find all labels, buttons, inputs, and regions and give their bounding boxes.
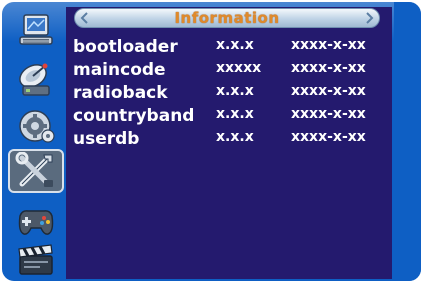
chevron-right-icon [366,12,374,24]
module-name: bootloader [73,37,178,57]
sidebar-item-antenna[interactable] [10,57,62,101]
gears-icon [19,110,55,143]
module-name: userdb [73,129,140,149]
module-version: x.x.x [216,83,254,99]
sidebar-item-tools[interactable] [8,149,64,193]
info-table: bootloader x.x.x xxxx-x-xx maincode xxxx… [73,37,388,152]
sidebar-item-system[interactable] [10,8,62,52]
module-date: xxxx-x-xx [291,37,366,53]
title-bar: Information [74,8,380,28]
sidebar-item-media[interactable] [10,238,62,281]
tools-icon [15,152,53,187]
module-date: xxxx-x-xx [291,106,366,122]
sidebar-item-settings[interactable] [10,104,62,148]
module-date: xxxx-x-xx [291,60,366,76]
module-date: xxxx-x-xx [291,129,366,145]
sidebar [2,2,68,281]
module-version: x.x.x [216,129,254,145]
table-row: userdb x.x.x xxxx-x-xx [73,129,388,152]
table-row: bootloader x.x.x xxxx-x-xx [73,37,388,60]
gamepad-icon [18,210,54,235]
sidebar-item-games[interactable] [10,199,62,243]
module-name: radioback [73,83,168,103]
module-version: x.x.x [216,37,254,53]
computer-icon [19,14,53,45]
module-version: x.x.x [216,106,254,122]
module-name: maincode [73,60,166,80]
table-row: maincode xxxxx xxxx-x-xx [73,60,388,83]
right-edge [394,2,421,281]
module-version: xxxxx [216,60,262,76]
table-row: countryband x.x.x xxxx-x-xx [73,106,388,129]
module-date: xxxx-x-xx [291,83,366,99]
clapperboard-icon [18,244,53,275]
table-row: radioback x.x.x xxxx-x-xx [73,83,388,106]
satellite-dish-icon [19,63,50,96]
page-title: Information [174,9,280,27]
module-name: countryband [73,106,195,126]
